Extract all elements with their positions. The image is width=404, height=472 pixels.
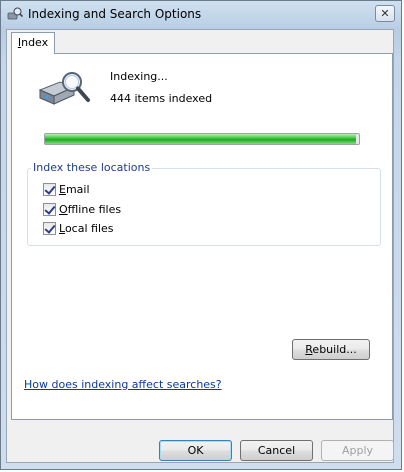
checkbox-email-label: Email: [59, 183, 90, 196]
rebuild-button[interactable]: Rebuild...: [292, 339, 370, 360]
help-link[interactable]: How does indexing affect searches?: [24, 378, 222, 391]
window-title: Indexing and Search Options: [28, 7, 202, 21]
indexing-options-icon: [7, 7, 23, 20]
checkbox-local-files-box[interactable]: [43, 222, 56, 235]
indexing-progress-bar: [44, 133, 360, 145]
checkbox-offline-files-box[interactable]: [43, 203, 56, 216]
email-label-rest: mail: [65, 183, 90, 196]
rebuild-label-rest: ebuild...: [312, 343, 357, 356]
email-accel: E: [59, 183, 66, 196]
checkbox-email-box[interactable]: [43, 183, 56, 196]
offline-label-rest: ffline files: [67, 203, 122, 216]
offline-accel: O: [59, 203, 68, 216]
tab-index-label: ndex: [21, 36, 49, 49]
close-button[interactable]: ✕: [375, 5, 395, 22]
close-icon: ✕: [380, 7, 390, 20]
items-indexed-count: 444 items indexed: [110, 92, 213, 105]
title-bar[interactable]: Indexing and Search Options ✕: [1, 1, 401, 29]
checkbox-offline-files-label: Offline files: [59, 203, 121, 216]
cancel-button[interactable]: Cancel: [240, 440, 313, 461]
tab-index[interactable]: Index: [11, 32, 55, 54]
indexing-status: Indexing...: [110, 70, 168, 83]
locations-group-legend: Index these locations: [31, 161, 153, 174]
checkbox-local-files-label: Local files: [59, 222, 114, 235]
indexer-drive-magnifier-icon: [38, 72, 90, 105]
apply-button[interactable]: Apply: [321, 440, 394, 461]
local-label-rest: ocal files: [64, 222, 114, 235]
ok-button[interactable]: OK: [159, 440, 232, 461]
progress-bar-fill: [45, 134, 356, 144]
